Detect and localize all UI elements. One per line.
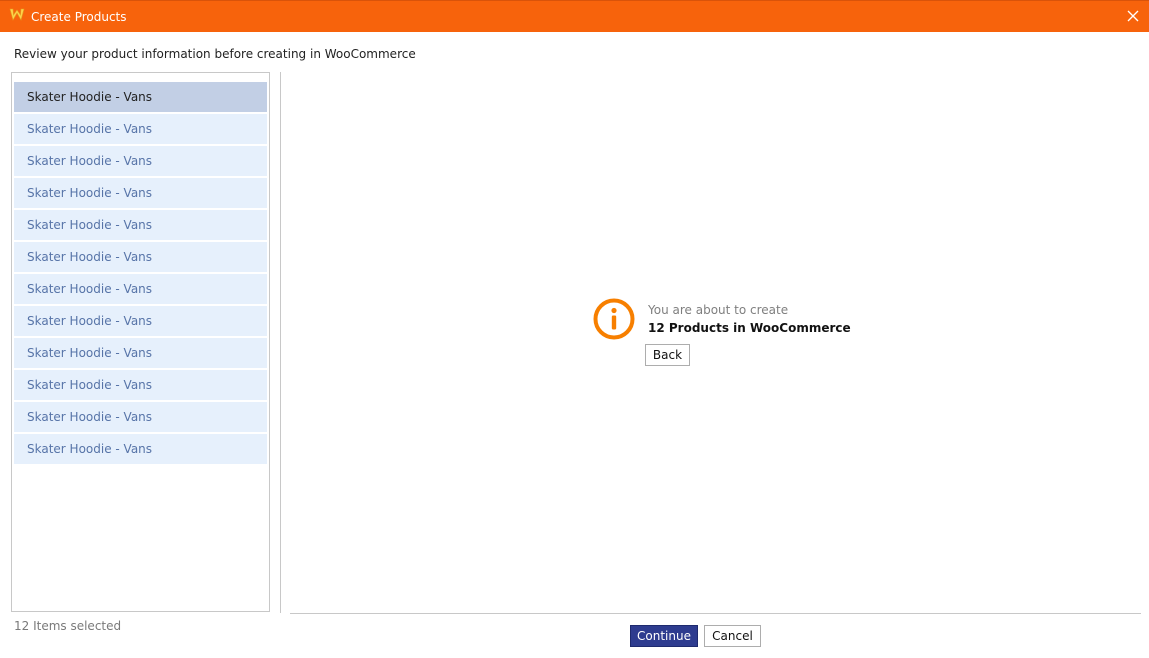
create-products-dialog: Create Products Review your product info… [0, 0, 1149, 658]
selection-count: 12 Items selected [14, 619, 122, 633]
footer-divider [290, 613, 1141, 614]
window-title: Create Products [31, 10, 127, 24]
list-item[interactable]: Skater Hoodie - Vans [14, 114, 267, 144]
list-item[interactable]: Skater Hoodie - Vans [14, 242, 267, 272]
back-button[interactable]: Back [645, 344, 690, 366]
list-item[interactable]: Skater Hoodie - Vans [14, 370, 267, 400]
woocommerce-w-icon [9, 8, 25, 21]
cancel-button[interactable]: Cancel [704, 625, 761, 647]
page-subtitle: Review your product information before c… [14, 47, 416, 61]
panel-divider [280, 72, 281, 613]
info-message: You are about to create [648, 303, 789, 317]
list-item[interactable]: Skater Hoodie - Vans [14, 146, 267, 176]
continue-button[interactable]: Continue [630, 625, 698, 647]
product-list[interactable]: Skater Hoodie - Vans Skater Hoodie - Van… [11, 72, 270, 612]
list-item[interactable]: Skater Hoodie - Vans [14, 434, 267, 464]
info-product-count: 12 Products in WooCommerce [648, 321, 851, 335]
list-item[interactable]: Skater Hoodie - Vans [14, 178, 267, 208]
title-bar[interactable]: Create Products [0, 0, 1149, 32]
list-item[interactable]: Skater Hoodie - Vans [14, 402, 267, 432]
info-circle-icon [593, 298, 635, 340]
list-item[interactable]: Skater Hoodie - Vans [14, 210, 267, 240]
list-item[interactable]: Skater Hoodie - Vans [14, 338, 267, 368]
list-item[interactable]: Skater Hoodie - Vans [14, 306, 267, 336]
close-icon[interactable] [1123, 6, 1143, 26]
list-item[interactable]: Skater Hoodie - Vans [14, 82, 267, 112]
list-item[interactable]: Skater Hoodie - Vans [14, 274, 267, 304]
